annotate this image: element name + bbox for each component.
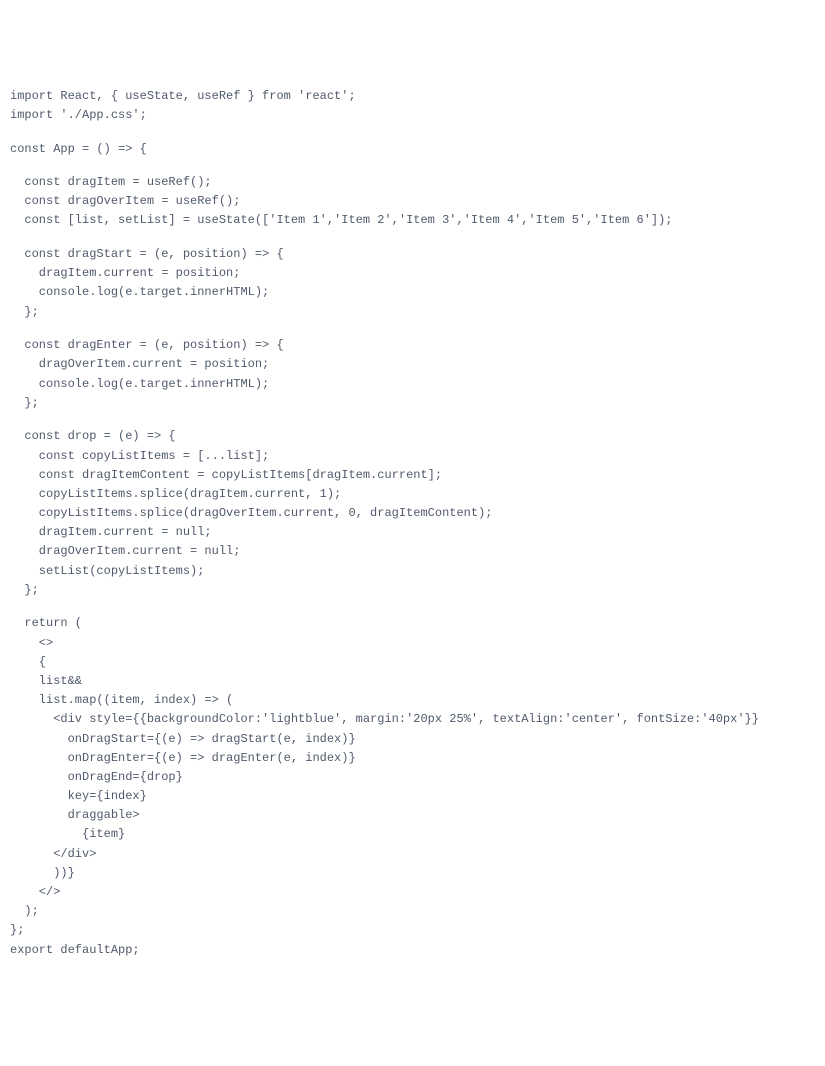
code-line: list.map((item, index) => ( <box>10 691 815 710</box>
code-line: const dragOverItem = useRef(); <box>10 192 815 211</box>
code-line: setList(copyListItems); <box>10 562 815 581</box>
code-line: const [list, setList] = useState(['Item … <box>10 211 815 230</box>
code-line: const dragItemContent = copyListItems[dr… <box>10 466 815 485</box>
code-line: import './App.css'; <box>10 106 815 125</box>
code-line: ))} <box>10 864 815 883</box>
code-line: </> <box>10 883 815 902</box>
code-line: draggable> <box>10 806 815 825</box>
code-line: const copyListItems = [...list]; <box>10 447 815 466</box>
code-line: dragItem.current = null; <box>10 523 815 542</box>
code-line <box>10 231 815 245</box>
code-line: }; <box>10 394 815 413</box>
code-line: copyListItems.splice(dragOverItem.curren… <box>10 504 815 523</box>
code-line <box>10 322 815 336</box>
code-line: key={index} <box>10 787 815 806</box>
code-line: const dragEnter = (e, position) => { <box>10 336 815 355</box>
code-line: console.log(e.target.innerHTML); <box>10 375 815 394</box>
code-line: onDragStart={(e) => dragStart(e, index)} <box>10 730 815 749</box>
code-line <box>10 413 815 427</box>
code-block: import React, { useState, useRef } from … <box>10 87 815 960</box>
code-line: const dragStart = (e, position) => { <box>10 245 815 264</box>
code-line: }; <box>10 303 815 322</box>
code-line: {item} <box>10 825 815 844</box>
code-line: </div> <box>10 845 815 864</box>
code-line: }; <box>10 581 815 600</box>
code-line: import React, { useState, useRef } from … <box>10 87 815 106</box>
code-line: console.log(e.target.innerHTML); <box>10 283 815 302</box>
code-line: <> <box>10 634 815 653</box>
code-line: onDragEnd={drop} <box>10 768 815 787</box>
code-line: { <box>10 653 815 672</box>
code-line: dragOverItem.current = position; <box>10 355 815 374</box>
code-line: dragOverItem.current = null; <box>10 542 815 561</box>
code-line: const drop = (e) => { <box>10 427 815 446</box>
code-line <box>10 159 815 173</box>
code-line: onDragEnter={(e) => dragEnter(e, index)} <box>10 749 815 768</box>
code-line: ); <box>10 902 815 921</box>
code-line: dragItem.current = position; <box>10 264 815 283</box>
code-line <box>10 600 815 614</box>
code-line: const dragItem = useRef(); <box>10 173 815 192</box>
code-line: const App = () => { <box>10 140 815 159</box>
code-line: export defaultApp; <box>10 941 815 960</box>
code-line: }; <box>10 921 815 940</box>
code-line <box>10 125 815 139</box>
code-line: list&& <box>10 672 815 691</box>
code-line: copyListItems.splice(dragItem.current, 1… <box>10 485 815 504</box>
code-line: return ( <box>10 614 815 633</box>
code-line: <div style={{backgroundColor:'lightblue'… <box>10 710 815 729</box>
